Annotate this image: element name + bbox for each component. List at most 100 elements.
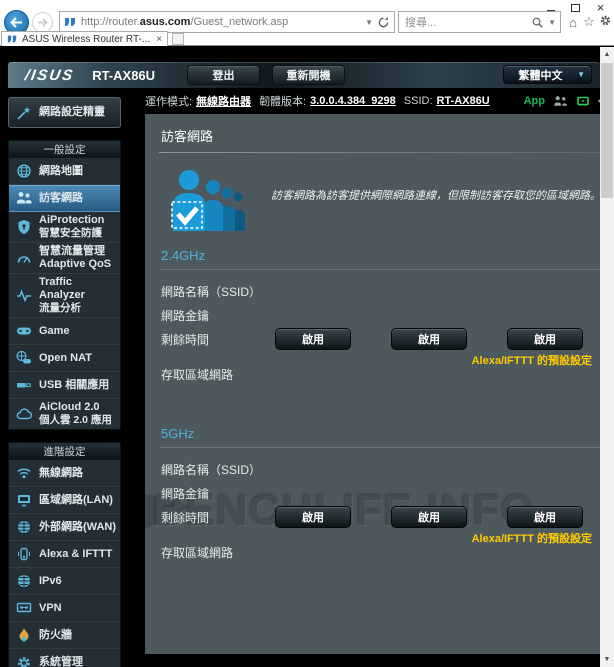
enable-button-3[interactable]: 啟用 (507, 328, 583, 350)
sidebar-item-guest-network[interactable]: 訪客網路 (9, 185, 120, 212)
favorites-star-icon[interactable]: ☆ (582, 14, 596, 30)
search-icon[interactable] (531, 16, 544, 29)
sidebar-item-network-map[interactable]: 網路地圖 (9, 158, 120, 185)
tab-title: ASUS Wireless Router RT-... (22, 33, 151, 45)
guest-description: 訪客網路為訪客提供網際網路連線，但限制訪客存取您的區域網路。 (271, 190, 601, 202)
browser-tab[interactable]: ASUS Wireless Router RT-... × (1, 31, 169, 46)
sidebar-item-lan[interactable]: 區域網路(LAN) (9, 487, 120, 514)
sidebar: 網路設定精靈 一般設定 網路地圖 訪客網路 AiProtection 智慧安全防… (8, 97, 121, 667)
access-row-label: 存取區域網路 (161, 545, 234, 560)
sidebar-item-adaptive-qos[interactable]: 智慧流量管理 Adaptive QoS (9, 243, 120, 274)
clients-icon[interactable] (553, 95, 568, 107)
sidebar-item-label: Game (39, 324, 70, 337)
logout-button[interactable]: 登出 (187, 65, 261, 85)
waveform-icon (9, 288, 39, 304)
back-arrow-icon (10, 16, 22, 28)
search-caret-icon[interactable]: ▼ (548, 18, 556, 27)
new-tab-button[interactable] (172, 33, 185, 45)
general-settings-header: 一般設定 (9, 141, 120, 158)
enable-button-1[interactable]: 啟用 (275, 506, 351, 528)
search-box[interactable]: 搜尋... ▼ (398, 11, 561, 33)
autocomplete-caret-icon[interactable]: ▼ (365, 18, 373, 27)
sidebar-item-usb-apps[interactable]: USB 相關應用 (9, 372, 120, 399)
forward-arrow-icon (38, 17, 48, 27)
sidebar-item-label: 外部網路(WAN) (39, 520, 116, 533)
sidebar-item-traffic-analyzer[interactable]: Traffic Analyzer 流量分析 (9, 274, 120, 318)
sidebar-item-label: 網路設定精靈 (39, 106, 105, 118)
enable-button-2[interactable]: 啟用 (391, 328, 467, 350)
browser-action-icons: ⌂ ☆ ☺ (566, 14, 614, 30)
router-status-icon[interactable] (576, 94, 590, 108)
firewall-flame-icon (9, 627, 39, 643)
sidebar-item-label: 智慧流量管理 Adaptive QoS (39, 245, 112, 270)
enable-button-3[interactable]: 啟用 (507, 506, 583, 528)
sidebar-item-administration[interactable]: 系統管理 (9, 649, 120, 667)
time-row-label: 剩餘時間 (161, 332, 210, 347)
app-link[interactable]: App (524, 95, 545, 107)
guest-group-icon (171, 170, 245, 231)
sidebar-item-label: 網路地圖 (39, 164, 83, 177)
wan-globe-icon (9, 519, 39, 535)
language-dropdown[interactable]: 繁體中文 ▼ (503, 65, 592, 84)
firmware-link[interactable]: 3.0.0.4.384_9298 (310, 95, 396, 107)
home-icon[interactable]: ⌂ (566, 15, 580, 30)
sidebar-item-label: USB 相關應用 (39, 378, 110, 391)
op-mode-link[interactable]: 無線路由器 (196, 93, 251, 109)
router-banner: /ISUS RT-AX86U 登出 重新開機 繁體中文 ▼ (8, 62, 600, 88)
sidebar-item-label: Traffic Analyzer 流量分析 (39, 276, 85, 314)
sidebar-item-setup-wizard[interactable]: 網路設定精靈 (8, 97, 121, 128)
usb-drive-icon (9, 377, 39, 393)
key-row-label: 網路金鑰 (161, 486, 210, 501)
address-bar[interactable]: http://router.asus.com/Guest_network.asp… (59, 11, 395, 33)
forward-button[interactable] (32, 11, 53, 33)
ssid-link[interactable]: RT-AX86U (437, 95, 490, 107)
sidebar-general-group: 一般設定 網路地圖 訪客網路 AiProtection 智慧安全防護 智慧流量管… (8, 140, 121, 430)
tab-bar: ASUS Wireless Router RT-... × (1, 31, 185, 46)
access-row-label: 存取區域網路 (161, 367, 234, 382)
enable-button-1[interactable]: 啟用 (275, 328, 351, 350)
firmware-label: 韌體版本: (259, 96, 307, 108)
reboot-button[interactable]: 重新開機 (272, 65, 346, 85)
sidebar-item-label: AiProtection 智慧安全防護 (39, 214, 105, 239)
sidebar-item-alexa-ifttt[interactable]: Alexa & IFTTT (9, 541, 120, 568)
sidebar-item-label: 系統管理 (39, 656, 83, 667)
ipv6-globe-icon (9, 573, 39, 589)
url-text[interactable]: http://router.asus.com/Guest_network.asp (81, 16, 361, 28)
scroll-up-icon[interactable]: ▲ (600, 47, 614, 62)
settings-gear-icon[interactable] (598, 14, 612, 30)
sidebar-item-aicloud[interactable]: AiCloud 2.0 個人雲 2.0 應用 (9, 399, 120, 429)
search-placeholder[interactable]: 搜尋... (399, 14, 531, 30)
sidebar-item-aiprotection[interactable]: AiProtection 智慧安全防護 (9, 212, 120, 243)
band-divider (159, 269, 605, 270)
page-scrollbar[interactable]: ▲ ▼ (600, 47, 614, 667)
router-page: ▲ ▼ /ISUS RT-AX86U 登出 重新開機 繁體中文 ▼ 網路設定精靈… (0, 47, 614, 667)
band-section-5ghz: 5GHz 網路名稱（SSID） 網路金鑰 剩餘時間 啟用 啟用 啟用 Alexa… (159, 426, 605, 564)
tab-close-icon[interactable]: × (156, 34, 162, 45)
asus-logo: /ISUS (23, 66, 76, 84)
sidebar-item-game[interactable]: Game (9, 318, 120, 345)
sidebar-item-open-nat[interactable]: Open NAT (9, 345, 120, 372)
sidebar-item-firewall[interactable]: 防火牆 (9, 622, 120, 649)
router-ui: /ISUS RT-AX86U 登出 重新開機 繁體中文 ▼ 網路設定精靈 一般設… (8, 62, 614, 667)
title-divider (159, 152, 605, 153)
router-model: RT-AX86U (92, 67, 156, 83)
sidebar-item-label: IPv6 (39, 574, 62, 587)
language-value: 繁體中文 (518, 69, 563, 82)
sidebar-item-label: 防火牆 (39, 628, 72, 641)
refresh-icon[interactable] (377, 16, 390, 29)
alexa-icon (9, 546, 39, 562)
sidebar-item-label: 區域網路(LAN) (39, 493, 113, 506)
band-section-24ghz: 2.4GHz 網路名稱（SSID） 網路金鑰 剩餘時間 啟用 啟用 啟用 Ale… (159, 248, 605, 386)
sidebar-item-ipv6[interactable]: IPv6 (9, 568, 120, 595)
enable-buttons-5: 啟用 啟用 啟用 (275, 506, 605, 528)
sidebar-item-vpn[interactable]: VPN (9, 595, 120, 622)
advanced-settings-header: 進階設定 (9, 443, 120, 460)
time-row-label: 剩餘時間 (161, 510, 210, 525)
enable-button-2[interactable]: 啟用 (391, 506, 467, 528)
vpn-icon (9, 600, 39, 616)
sidebar-item-wan[interactable]: 外部網路(WAN) (9, 514, 120, 541)
scrollbar-thumb[interactable] (601, 63, 613, 198)
sidebar-item-wireless[interactable]: 無線網路 (9, 460, 120, 487)
guest-intro: 訪客網路為訪客提供網際網路連線，但限制訪客存取您的區域網路。 (169, 169, 601, 231)
scroll-down-icon[interactable]: ▼ (600, 652, 614, 667)
